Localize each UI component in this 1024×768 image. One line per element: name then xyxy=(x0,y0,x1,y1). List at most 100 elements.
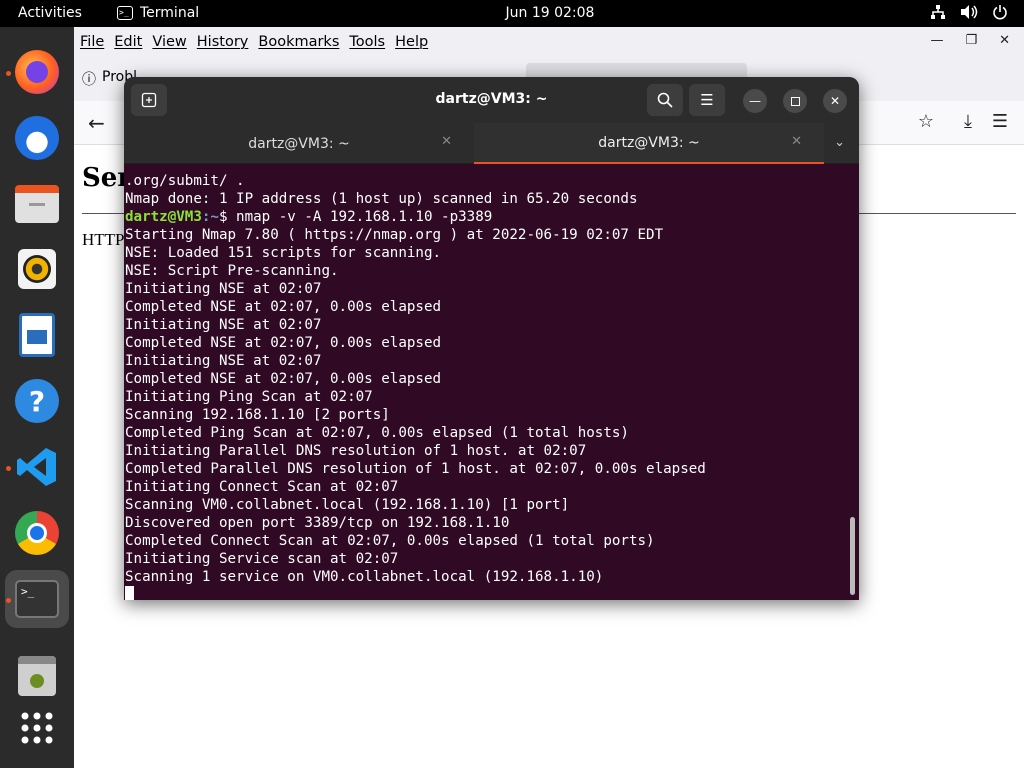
minimize-button[interactable]: — xyxy=(743,89,767,113)
hamburger-icon: ☰ xyxy=(700,91,714,109)
menu-tools[interactable]: Tools xyxy=(349,34,385,50)
close-icon[interactable]: ✕ xyxy=(999,33,1010,48)
menu-help[interactable]: Help xyxy=(395,34,428,50)
prompt-user: dartz@VM3 xyxy=(125,209,202,225)
firefox-window-controls: — ❐ ✕ xyxy=(930,33,1010,48)
output-line: Completed NSE at 02:07, 0.00s elapsed xyxy=(125,299,442,315)
running-indicator xyxy=(6,598,11,603)
downloads-icon[interactable]: ⤓ xyxy=(964,111,972,132)
output-line: Initiating NSE at 02:07 xyxy=(125,281,322,297)
terminal-tab-2[interactable]: dartz@VM3: ~ ✕ xyxy=(474,123,824,164)
output-line: Initiating Connect Scan at 02:07 xyxy=(125,479,399,495)
output-line: Initiating Parallel DNS resolution of 1 … xyxy=(125,443,587,459)
rhythmbox-icon xyxy=(18,249,56,289)
output-line: Scanning 1 service on VM0.collabnet.loca… xyxy=(125,569,604,585)
dock-trash[interactable] xyxy=(5,647,69,705)
output-line: Initiating NSE at 02:07 xyxy=(125,317,322,333)
search-icon xyxy=(657,92,673,108)
restore-icon[interactable]: ❐ xyxy=(965,33,977,48)
dock-vscode[interactable] xyxy=(5,438,69,496)
running-indicator xyxy=(6,71,11,76)
maximize-icon xyxy=(790,96,800,106)
back-icon[interactable]: ← xyxy=(88,111,105,135)
terminal-output[interactable]: .org/submit/ . Nmap done: 1 IP address (1… xyxy=(124,164,859,600)
firefox-icon xyxy=(15,50,59,94)
menu-edit[interactable]: Edit xyxy=(114,34,142,50)
dock-rhythmbox[interactable] xyxy=(5,240,69,298)
running-indicator xyxy=(6,466,11,471)
dock-firefox[interactable] xyxy=(5,43,69,101)
output-line: Completed NSE at 02:07, 0.00s elapsed xyxy=(125,371,442,387)
tab-label: dartz@VM3: ~ xyxy=(248,135,350,152)
top-bar: Activities >_ Terminal Jun 19 02:08 xyxy=(0,0,1024,27)
vscode-icon xyxy=(17,448,56,486)
output-line: Completed Ping Scan at 02:07, 0.00s elap… xyxy=(125,425,629,441)
info-icon: ⓘ xyxy=(82,72,96,88)
menu-hamburger-icon[interactable]: ☰ xyxy=(992,111,1008,132)
bookmark-star-icon[interactable]: ☆ xyxy=(918,111,934,132)
dock-show-apps[interactable] xyxy=(5,699,69,757)
output-line: Completed NSE at 02:07, 0.00s elapsed xyxy=(125,335,442,351)
terminal-icon: >_ xyxy=(15,580,59,618)
tab-close-icon[interactable]: ✕ xyxy=(791,134,802,149)
dock-help[interactable]: ? xyxy=(5,372,69,430)
menu-history[interactable]: History xyxy=(197,34,249,50)
command-line: dartz@VM3:~$ nmap -v -A 192.168.1.10 -p3… xyxy=(125,208,859,226)
output-line: NSE: Script Pre-scanning. xyxy=(125,263,339,279)
system-tray[interactable] xyxy=(930,4,1008,24)
dock: ? >_ xyxy=(0,27,74,768)
dock-thunderbird[interactable] xyxy=(5,109,69,167)
volume-icon[interactable] xyxy=(960,4,978,24)
terminal-tab-1[interactable]: dartz@VM3: ~ ✕ xyxy=(124,123,474,164)
power-icon[interactable] xyxy=(992,4,1008,24)
output-line: Starting Nmap 7.80 ( https://nmap.org ) … xyxy=(125,227,664,243)
dock-terminal[interactable]: >_ xyxy=(5,570,69,628)
writer-icon xyxy=(19,313,55,357)
output-line: Scanning 192.168.1.10 [2 ports] xyxy=(125,407,390,423)
terminal-tabbar: dartz@VM3: ~ ✕ dartz@VM3: ~ ✕ ⌄ xyxy=(124,123,859,164)
dock-files[interactable] xyxy=(5,175,69,233)
minimize-icon[interactable]: — xyxy=(930,33,943,48)
hamburger-menu-button[interactable]: ☰ xyxy=(689,84,725,116)
chrome-icon xyxy=(15,511,59,555)
help-icon: ? xyxy=(15,379,59,423)
tab-close-icon[interactable]: ✕ xyxy=(441,134,452,149)
menu-file[interactable]: File xyxy=(80,34,104,50)
thunderbird-icon xyxy=(15,116,59,160)
dock-libreoffice-writer[interactable] xyxy=(5,306,69,364)
close-button[interactable]: ✕ xyxy=(823,89,847,113)
tab-label: dartz@VM3: ~ xyxy=(598,134,700,151)
search-button[interactable] xyxy=(647,84,683,116)
output-line: Initiating Ping Scan at 02:07 xyxy=(125,389,373,405)
text-cursor xyxy=(125,586,134,600)
minimize-icon: — xyxy=(749,94,761,108)
prompt-symbol: $ xyxy=(218,209,228,225)
terminal-headerbar: dartz@VM3: ~ ☰ — ✕ xyxy=(124,77,859,123)
firefox-menubar: File Edit View History Bookmarks Tools H… xyxy=(74,27,1024,57)
clock[interactable]: Jun 19 02:08 xyxy=(0,5,1024,21)
output-line: Completed Connect Scan at 02:07, 0.00s e… xyxy=(125,533,655,549)
output-lines: Starting Nmap 7.80 ( https://nmap.org ) … xyxy=(125,226,859,586)
terminal-window: dartz@VM3: ~ ☰ — ✕ dartz@VM3: ~ ✕ dartz@… xyxy=(124,77,859,600)
prompt-path: :~ xyxy=(201,209,219,225)
maximize-button[interactable] xyxy=(783,89,807,113)
show-apps-icon xyxy=(21,712,53,744)
chevron-down-icon[interactable]: ⌄ xyxy=(834,135,845,150)
trash-icon xyxy=(18,656,56,696)
menu-view[interactable]: View xyxy=(152,34,186,50)
files-icon xyxy=(15,185,59,223)
dock-chrome[interactable] xyxy=(5,504,69,562)
output-line: NSE: Loaded 151 scripts for scanning. xyxy=(125,245,442,261)
output-line: Discovered open port 3389/tcp on 192.168… xyxy=(125,515,510,531)
menu-bookmarks[interactable]: Bookmarks xyxy=(258,34,339,50)
output-line: .org/submit/ . xyxy=(125,173,245,189)
output-line: Nmap done: 1 IP address (1 host up) scan… xyxy=(125,191,638,207)
page-text: HTTP xyxy=(82,230,125,249)
output-line: Initiating NSE at 02:07 xyxy=(125,353,322,369)
close-icon: ✕ xyxy=(829,94,841,108)
network-icon[interactable] xyxy=(930,4,946,24)
output-line: Scanning VM0.collabnet.local (192.168.1.… xyxy=(125,497,570,513)
output-line: Completed Parallel DNS resolution of 1 h… xyxy=(125,461,706,477)
scrollbar[interactable] xyxy=(850,517,855,595)
command-text: nmap -v -A 192.168.1.10 -p3389 xyxy=(227,209,493,225)
